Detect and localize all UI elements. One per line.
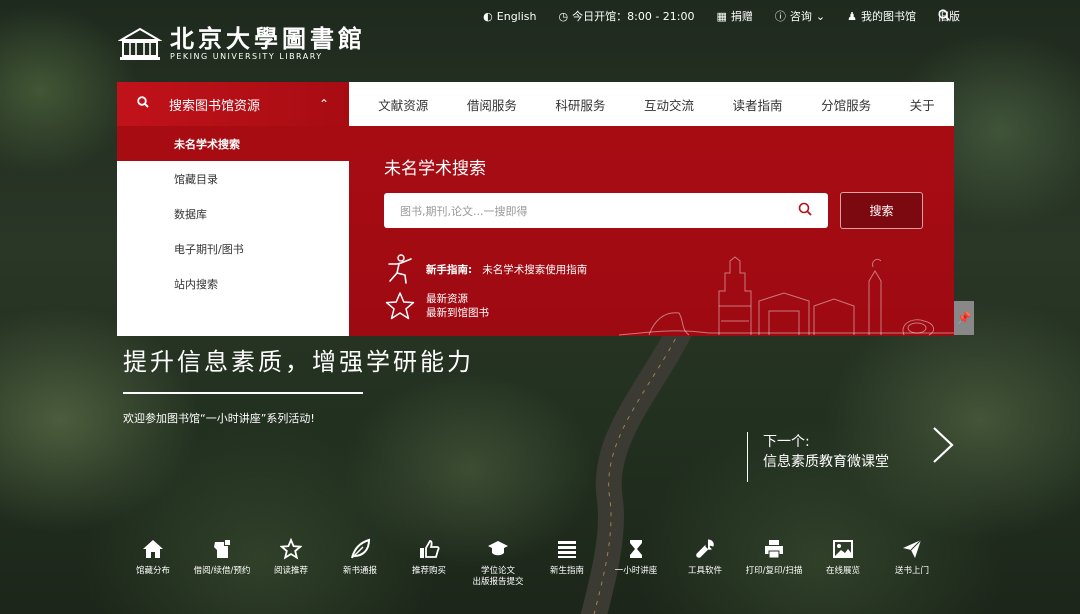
quick-link-delivery[interactable]: 送书上门: [877, 538, 947, 577]
quick-link-new-books[interactable]: 新书通报: [325, 538, 395, 577]
user-icon: ♟: [847, 9, 857, 23]
star-icon: [385, 292, 415, 320]
quick-link-borrow[interactable]: 借阅/续借/预约: [187, 538, 257, 577]
search-resources-tab[interactable]: 搜索图书馆资源 ⌃: [117, 82, 349, 126]
paper-plane-icon: [903, 539, 922, 558]
chevron-right-icon[interactable]: [930, 425, 956, 465]
next-slide-preview[interactable]: 下一个: 信息素质教育微课堂: [747, 432, 889, 482]
nav-menu: 文献资源 借阅服务 科研服务 互动交流 读者指南 分馆服务 关于: [349, 82, 954, 126]
nav-item-reader-guide[interactable]: 读者指南: [733, 95, 783, 114]
opening-hours[interactable]: ◷ 今日开馆：8:00 - 21:00: [559, 8, 695, 24]
nav-item-resources[interactable]: 文献资源: [378, 95, 428, 114]
nav-item-interaction[interactable]: 互动交流: [644, 95, 694, 114]
new-resources-link[interactable]: 最新资源 最新到馆图书: [384, 291, 489, 321]
search-icon[interactable]: [938, 9, 950, 24]
hero-divider: [123, 392, 363, 394]
panel-title: 未名学术搜索: [384, 159, 486, 179]
nav-item-branches[interactable]: 分馆服务: [821, 95, 871, 114]
quick-link-freshman-guide[interactable]: 新生指南: [532, 538, 602, 577]
menu-item-database[interactable]: 数据库: [117, 196, 349, 231]
quick-link-thesis[interactable]: 学位论文 出版报告提交: [463, 538, 533, 588]
quick-link-tools[interactable]: 工具软件: [670, 538, 740, 577]
donate-link[interactable]: ▦ 捐赠: [717, 8, 753, 24]
quick-link-print[interactable]: 打印/复印/扫描: [739, 538, 809, 577]
beginner-guide-link[interactable]: 新手指南: 未名学术搜索使用指南: [384, 254, 587, 284]
quick-link-lecture[interactable]: 一小时讲座: [601, 538, 671, 577]
nav-item-borrowing[interactable]: 借阅服务: [467, 95, 517, 114]
library-name-zh: 北京大學圖書館: [170, 24, 366, 53]
menu-item-catalog[interactable]: 馆藏目录: [117, 161, 349, 196]
wrench-icon: [696, 539, 714, 558]
campus-skyline-illustration: [619, 256, 954, 336]
search-input[interactable]: 图书,期刊,论文...一搜即得: [384, 193, 828, 228]
hero-subtitle[interactable]: 欢迎参加图书馆“一小时讲座”系列活动!: [123, 410, 315, 426]
hourglass-icon: [630, 540, 642, 558]
library-name-en: PEKING UNIVERSITY LIBRARY: [170, 52, 323, 61]
consult-menu[interactable]: ⓘ 咨询 ⌄: [775, 8, 825, 24]
search-icon: [137, 96, 149, 112]
my-library-link[interactable]: ♟ 我的图书馆: [847, 8, 916, 24]
thumbs-up-icon: [420, 540, 440, 558]
gift-icon: ▦: [716, 9, 727, 23]
main-nav: 搜索图书馆资源 ⌃ 文献资源 借阅服务 科研服务 互动交流 读者指南 分馆服务 …: [117, 82, 954, 126]
pin-icon[interactable]: 📌: [954, 301, 974, 335]
printer-icon: [765, 540, 783, 559]
list-icon: [558, 541, 576, 558]
quick-link-purchase-rec[interactable]: 推荐购买: [394, 538, 464, 577]
quick-link-reading-rec[interactable]: 阅读推荐: [256, 538, 326, 577]
utility-bar: ◐ English ◷ 今日开馆：8:00 - 21:00 ▦ 捐赠 ⓘ 咨询 …: [461, 0, 1080, 32]
nav-item-research[interactable]: 科研服务: [555, 95, 605, 114]
info-icon: ⓘ: [774, 10, 786, 23]
home-icon: [143, 540, 163, 558]
quick-link-exhibition[interactable]: 在线展览: [808, 538, 878, 577]
menu-item-ejournals[interactable]: 电子期刊/图书: [117, 231, 349, 266]
graduation-cap-icon: [488, 541, 508, 556]
star-icon: [280, 538, 302, 560]
quick-links: 馆藏分布 借阅/续借/预约 阅读推荐 新书通报 推荐购买 学位论文 出版报告提交…: [118, 538, 958, 598]
menu-item-site-search[interactable]: 站内搜索: [117, 266, 349, 301]
image-icon: [833, 540, 853, 558]
leaf-icon: [351, 538, 371, 559]
clock-icon: ◷: [558, 9, 569, 23]
borrow-icon: [214, 540, 230, 558]
search-type-menu: 未名学术搜索 馆藏目录 数据库 电子期刊/图书 站内搜索: [117, 126, 349, 336]
menu-item-weiming-search[interactable]: 未名学术搜索: [117, 126, 349, 161]
search-button[interactable]: 搜索: [840, 192, 923, 229]
runner-icon: [388, 254, 412, 284]
chevron-up-icon: ⌃: [318, 97, 329, 111]
english-link[interactable]: ◐ English: [483, 10, 536, 23]
library-emblem-icon: [118, 27, 162, 60]
hero-title: 提升信息素质，增强学研能力: [123, 348, 474, 376]
search-panel: 未名学术搜索 图书,期刊,论文...一搜即得 搜索 新手指南: 未名学术搜索使用…: [349, 126, 954, 336]
globe-icon: ◐: [483, 9, 493, 23]
nav-item-about[interactable]: 关于: [910, 95, 935, 114]
library-logo[interactable]: 北京大學圖書館 PEKING UNIVERSITY LIBRARY: [118, 26, 366, 62]
search-icon[interactable]: [798, 202, 812, 220]
quick-link-collection[interactable]: 馆藏分布: [118, 538, 188, 577]
chevron-down-icon: ⌄: [815, 9, 826, 23]
